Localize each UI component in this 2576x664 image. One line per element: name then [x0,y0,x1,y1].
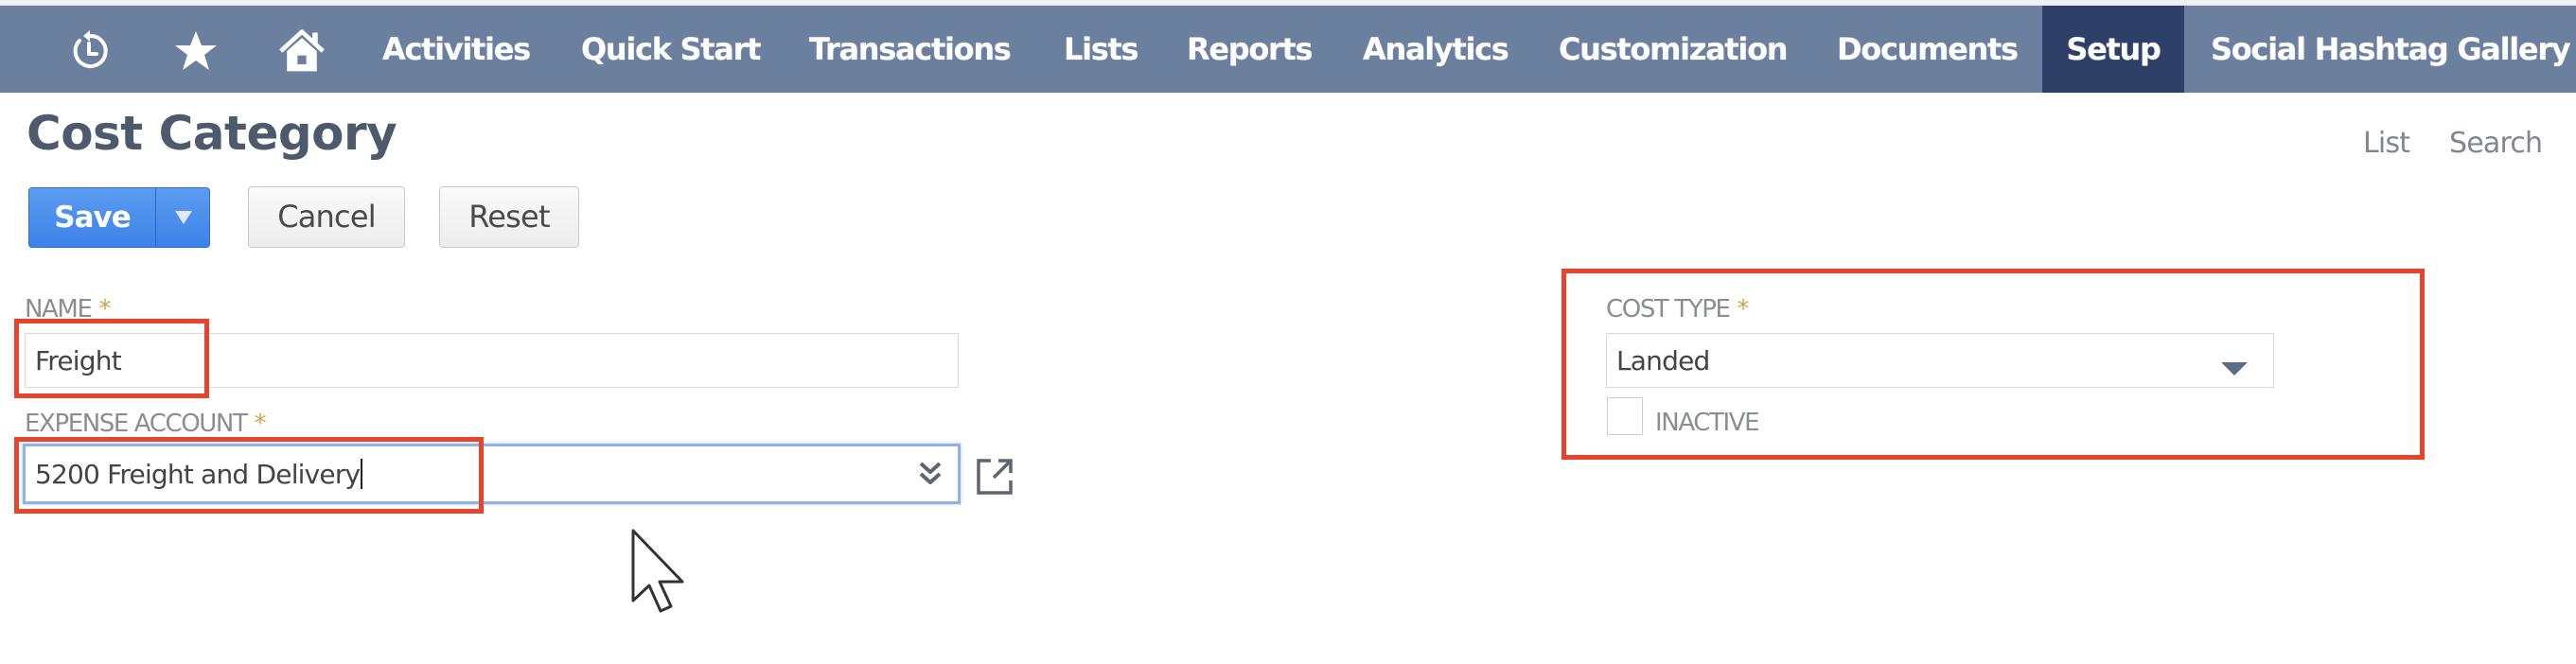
cost-type-label-text: COST TYPE [1606,295,1731,323]
inactive-checkbox[interactable] [1607,397,1643,435]
required-star-icon: * [254,410,267,438]
nav-item-analytics[interactable]: Analytics [1363,6,1509,93]
save-menu-button[interactable] [156,188,209,247]
cost-type-select[interactable]: Landed [1606,333,2274,388]
mouse-cursor-icon [630,528,691,622]
nav-item-transactions[interactable]: Transactions [809,6,1012,93]
nav-item-setup[interactable]: Setup [2042,6,2184,93]
name-label-text: NAME [25,295,93,323]
search-link[interactable]: Search [2449,127,2543,160]
nav-item-social-hashtag-gallery[interactable]: Social Hashtag Gallery [2211,6,2571,93]
name-label: NAME * [25,295,112,323]
expense-account-label-text: EXPENSE ACCOUNT [25,410,248,438]
inactive-label: INACTIVE [1655,409,1760,437]
cancel-button[interactable]: Cancel [248,186,405,248]
nav-item-documents[interactable]: Documents [1837,6,2019,93]
name-input-value: Freight [35,344,122,376]
text-caret [361,459,363,489]
reset-button[interactable]: Reset [439,186,579,248]
required-star-icon: * [98,295,112,323]
nav-item-reports[interactable]: Reports [1187,6,1314,93]
name-input[interactable]: Freight [25,333,959,388]
main-nav-bar: Activities Quick Start Transactions List… [0,5,2576,93]
dropdown-arrow-icon [2220,353,2249,384]
nav-item-activities[interactable]: Activities [382,6,531,93]
open-in-new-icon[interactable] [976,458,1014,499]
required-star-icon: * [1737,295,1750,323]
save-button[interactable]: Save [29,188,155,247]
favorites-star-icon[interactable] [171,26,221,76]
caret-down-icon [174,211,192,224]
recent-records-icon[interactable] [65,26,115,76]
nav-item-customization[interactable]: Customization [1559,6,1789,93]
expense-account-input[interactable]: 5200 Freight and Delivery [23,444,961,504]
double-chevron-down-icon[interactable] [918,460,943,495]
expense-account-input-value: 5200 Freight and Delivery [35,458,361,490]
save-button-group: Save [28,187,210,248]
nav-item-lists[interactable]: Lists [1064,6,1139,93]
home-icon[interactable] [277,26,326,76]
expense-account-label: EXPENSE ACCOUNT * [25,410,266,438]
page-title: Cost Category [26,106,397,161]
nav-item-quick-start[interactable]: Quick Start [581,6,761,93]
cost-type-selected-value: Landed [1616,344,1710,376]
cost-type-label: COST TYPE * [1606,295,1750,323]
list-link[interactable]: List [2363,127,2410,160]
